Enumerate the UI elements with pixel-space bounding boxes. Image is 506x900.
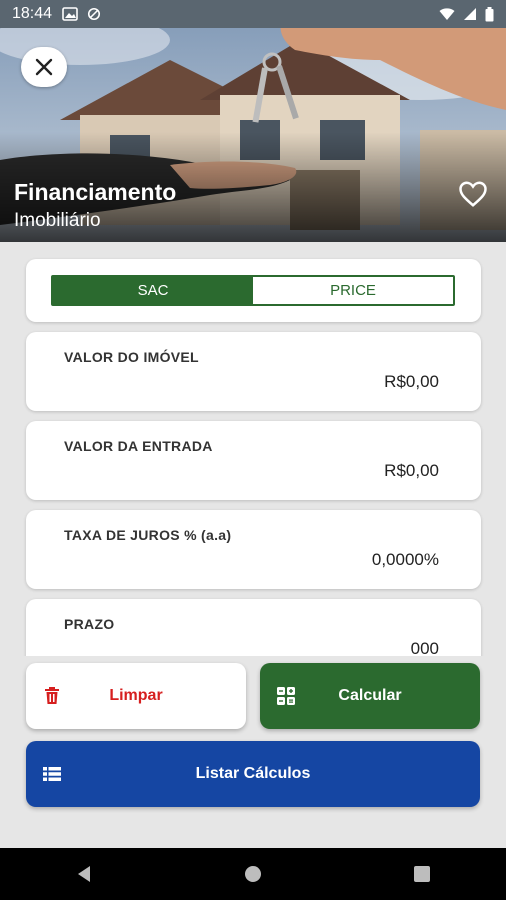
photo-icon bbox=[62, 7, 78, 21]
calculate-button[interactable]: Calcular bbox=[260, 663, 480, 729]
back-icon[interactable] bbox=[74, 864, 94, 884]
field-label: VALOR DA ENTRADA bbox=[64, 438, 213, 454]
property-value-field[interactable]: VALOR DO IMÓVEL R$0,00 bbox=[26, 332, 481, 411]
list-calculations-button[interactable]: Listar Cálculos bbox=[26, 741, 480, 807]
page-title: Financiamento bbox=[14, 179, 177, 205]
list-icon bbox=[43, 767, 61, 781]
property-value-input[interactable]: R$0,00 bbox=[384, 372, 439, 392]
mode-toggle: SAC PRICE bbox=[51, 275, 455, 306]
term-field[interactable]: PRAZO 000 bbox=[26, 599, 481, 656]
signal-icon bbox=[464, 8, 476, 20]
tab-price[interactable]: PRICE bbox=[253, 277, 453, 304]
status-bar: 18:44 bbox=[0, 0, 506, 28]
clear-button[interactable]: Limpar bbox=[26, 663, 246, 729]
home-icon[interactable] bbox=[243, 864, 263, 884]
term-input[interactable]: 000 bbox=[411, 639, 439, 656]
battery-icon bbox=[485, 6, 494, 21]
page-subtitle: Imobiliário bbox=[14, 210, 101, 231]
hero-banner: Financiamento Imobiliário bbox=[0, 0, 506, 242]
system-navigation-bar bbox=[0, 848, 506, 900]
recents-icon[interactable] bbox=[412, 864, 432, 884]
close-icon bbox=[35, 58, 53, 76]
field-label: TAXA DE JUROS % (a.a) bbox=[64, 527, 232, 543]
trash-icon bbox=[45, 687, 59, 704]
status-time: 18:44 bbox=[12, 5, 53, 22]
close-button[interactable] bbox=[21, 47, 67, 87]
mode-selector-card: SAC PRICE bbox=[26, 259, 481, 322]
wifi-icon bbox=[439, 8, 455, 20]
down-payment-field[interactable]: VALOR DA ENTRADA R$0,00 bbox=[26, 421, 481, 500]
scroll-clip: PRAZO 000 bbox=[0, 590, 506, 656]
field-label: PRAZO bbox=[64, 616, 115, 632]
sync-disabled-icon bbox=[88, 7, 101, 21]
grid-icon bbox=[277, 687, 295, 705]
heart-icon[interactable] bbox=[458, 180, 488, 208]
field-label: VALOR DO IMÓVEL bbox=[64, 349, 199, 365]
interest-rate-field[interactable]: TAXA DE JUROS % (a.a) 0,0000% bbox=[26, 510, 481, 589]
interest-rate-input[interactable]: 0,0000% bbox=[372, 550, 439, 570]
tab-sac[interactable]: SAC bbox=[53, 277, 253, 304]
list-calculations-label: Listar Cálculos bbox=[195, 765, 311, 782]
down-payment-input[interactable]: R$0,00 bbox=[384, 461, 439, 481]
